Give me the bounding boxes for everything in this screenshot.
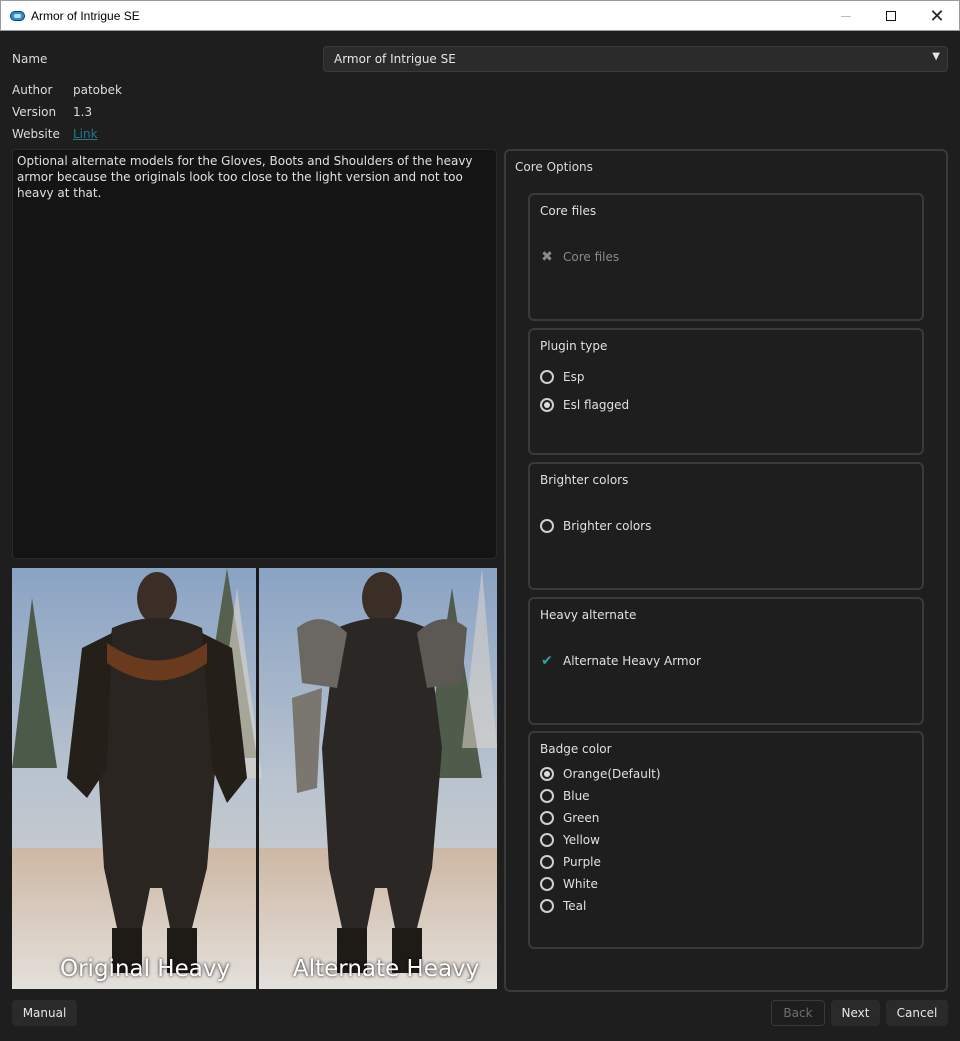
options-title: Core Options — [515, 160, 593, 174]
name-value: Armor of Intrigue SE — [334, 52, 456, 66]
name-dropdown[interactable]: Armor of Intrigue SE ▼ — [323, 46, 948, 72]
radio-selected-icon — [540, 767, 554, 781]
group-title: Badge color — [540, 742, 612, 756]
back-button[interactable]: Back — [771, 1000, 825, 1026]
chevron-down-icon: ▼ — [932, 51, 940, 62]
option-label: Purple — [563, 855, 601, 869]
caption-original: Original Heavy — [60, 956, 231, 982]
radio-icon — [540, 811, 554, 825]
title-bar: Armor of Intrigue SE ✕ — [0, 0, 960, 31]
website-link[interactable]: Link — [73, 127, 98, 141]
radio-selected-icon — [540, 398, 554, 412]
radio-icon — [540, 519, 554, 533]
close-icon: ✕ — [929, 5, 945, 27]
required-x-icon: ✖ — [541, 249, 553, 265]
option-green[interactable]: Green — [540, 809, 599, 827]
description-box[interactable]: Optional alternate models for the Gloves… — [12, 149, 497, 559]
armor-comparison-image — [12, 568, 497, 989]
manual-button[interactable]: Manual — [12, 1000, 77, 1026]
radio-icon — [540, 855, 554, 869]
option-label: Orange(Default) — [563, 767, 661, 781]
option-label: Core files — [563, 250, 620, 264]
option-label: Brighter colors — [563, 519, 652, 533]
cancel-button[interactable]: Cancel — [886, 1000, 948, 1026]
group-heavy-alternate: Heavy alternate ✔ Alternate Heavy Armor — [528, 597, 924, 725]
group-title: Plugin type — [540, 339, 608, 353]
group-brighter-colors: Brighter colors Brighter colors — [528, 462, 924, 590]
website-label: Website — [12, 127, 60, 141]
caption-alternate: Alternate Heavy — [293, 956, 480, 982]
option-white[interactable]: White — [540, 875, 598, 893]
group-core-files: Core files ✖ Core files — [528, 193, 924, 321]
author-value: patobek — [73, 83, 122, 97]
group-title: Brighter colors — [540, 473, 629, 487]
radio-icon — [540, 370, 554, 384]
close-button[interactable]: ✕ — [914, 1, 960, 31]
group-title: Core files — [540, 204, 597, 218]
option-label: Green — [563, 811, 600, 825]
maximize-icon — [886, 11, 896, 21]
preview-image[interactable]: Original Heavy Alternate Heavy — [12, 568, 497, 989]
checkmark-icon: ✔ — [541, 653, 553, 669]
group-plugin-type: Plugin type Esp Esl flagged — [528, 328, 924, 455]
option-label: White — [563, 877, 598, 891]
author-label: Author — [12, 83, 53, 97]
radio-icon — [540, 877, 554, 891]
option-alternate-heavy-armor[interactable]: ✔ Alternate Heavy Armor — [540, 652, 701, 670]
radio-icon — [540, 789, 554, 803]
option-orange[interactable]: Orange(Default) — [540, 765, 661, 783]
radio-icon — [540, 899, 554, 913]
radio-icon — [540, 833, 554, 847]
option-core-files[interactable]: ✖ Core files — [540, 248, 619, 266]
option-label: Esp — [563, 370, 585, 384]
option-yellow[interactable]: Yellow — [540, 831, 600, 849]
option-label: Esl flagged — [563, 398, 630, 412]
next-button[interactable]: Next — [831, 1000, 880, 1026]
option-label: Alternate Heavy Armor — [563, 654, 701, 668]
group-title: Heavy alternate — [540, 608, 637, 622]
window-title: Armor of Intrigue SE — [31, 9, 140, 23]
version-value: 1.3 — [73, 105, 93, 119]
options-panel: Core Options Core files ✖ Core files Plu… — [504, 149, 948, 992]
option-label: Yellow — [563, 833, 600, 847]
group-badge-color: Badge color Orange(Default) Blue Green Y… — [528, 731, 924, 949]
version-label: Version — [12, 105, 57, 119]
app-icon — [10, 11, 25, 21]
maximize-button[interactable] — [868, 1, 914, 31]
option-purple[interactable]: Purple — [540, 853, 601, 871]
option-blue[interactable]: Blue — [540, 787, 590, 805]
name-label: Name — [12, 52, 48, 66]
option-label: Blue — [563, 789, 590, 803]
option-esp[interactable]: Esp — [540, 368, 584, 386]
minimize-button[interactable] — [823, 1, 869, 31]
option-brighter-colors[interactable]: Brighter colors — [540, 517, 651, 535]
option-teal[interactable]: Teal — [540, 897, 586, 915]
minimize-icon — [841, 15, 851, 17]
option-esl-flagged[interactable]: Esl flagged — [540, 396, 629, 414]
option-label: Teal — [563, 899, 587, 913]
